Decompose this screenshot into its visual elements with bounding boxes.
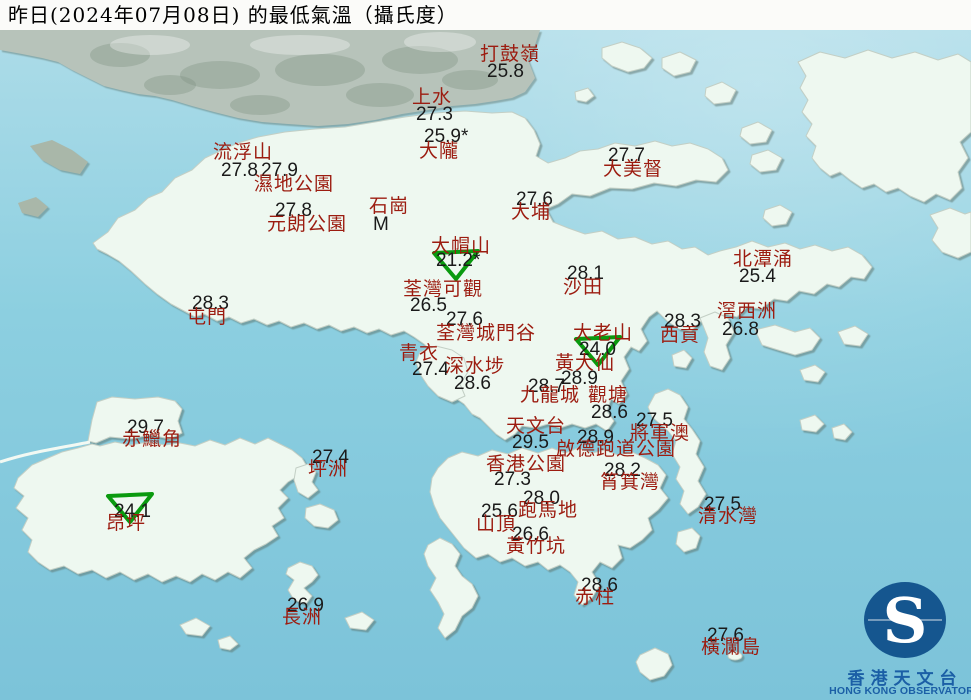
station-name: 赤鱲角 [122, 430, 182, 449]
weather-map-screen: 昨日(2024年07月08日) 的最低氣溫（攝氏度） 25.8打鼓嶺27.3上水… [0, 0, 971, 700]
station-name: 大帽山 [431, 237, 491, 256]
page-title: 昨日(2024年07月08日) 的最低氣溫（攝氏度） [0, 0, 971, 30]
station-name: 屯門 [187, 308, 227, 327]
station-name: 沙田 [563, 278, 603, 297]
station-name: 觀塘 [588, 386, 628, 405]
station-value: 27.8 [221, 161, 258, 180]
station-name: 青衣 [399, 344, 439, 363]
station-name: 大埔 [511, 203, 551, 222]
station-name: 大美督 [603, 160, 663, 179]
station-name: 香港公園 [486, 455, 566, 474]
station-name: 打鼓嶺 [480, 45, 540, 64]
station-name: 石崗 [369, 197, 409, 216]
station-name: 元朗公園 [267, 215, 347, 234]
station-name: 濕地公園 [254, 175, 334, 194]
station-name: 深水埗 [445, 357, 505, 376]
hko-logo-emblem: S [828, 566, 971, 662]
station-name: 九龍城 [520, 386, 580, 405]
station-value: 26.8 [722, 320, 759, 339]
station-name: 上水 [412, 88, 452, 107]
station-name: 橫瀾島 [701, 638, 761, 657]
station-name: 昂坪 [106, 514, 146, 533]
station-name: 荃灣城門谷 [436, 324, 536, 343]
station-name: 筲箕灣 [600, 473, 660, 492]
hko-logo: S 香港天文台 HONG KONG OBSERVATORY [828, 566, 971, 700]
station-value: M [373, 215, 389, 234]
station-name: 天文台 [506, 417, 566, 436]
title-bar: 昨日(2024年07月08日) 的最低氣溫（攝氏度） [0, 0, 971, 30]
station-name: 山頂 [476, 515, 516, 534]
station-name: 荃灣可觀 [403, 280, 483, 299]
station-name: 大老山 [573, 324, 633, 343]
station-name: 北潭涌 [733, 250, 793, 269]
station-name: 黃竹坑 [506, 537, 566, 556]
station-name: 赤柱 [575, 588, 615, 607]
station-name: 跑馬地 [518, 501, 578, 520]
station-name: 大隴 [419, 142, 459, 161]
station-name: 清水灣 [698, 507, 758, 526]
logo-title-en: HONG KONG OBSERVATORY [828, 685, 971, 697]
station-name: 長洲 [282, 608, 322, 627]
station-labels-layer: 25.8打鼓嶺27.3上水25.9*大隴27.7大美督27.8流浮山27.9濕地… [0, 0, 971, 700]
station-name: 坪洲 [308, 460, 348, 479]
station-name: 西貢 [660, 326, 700, 345]
station-name: 啟德跑道公園 [556, 440, 676, 459]
station-name: 滘西洲 [717, 302, 777, 321]
station-name: 黃大仙 [555, 354, 615, 373]
